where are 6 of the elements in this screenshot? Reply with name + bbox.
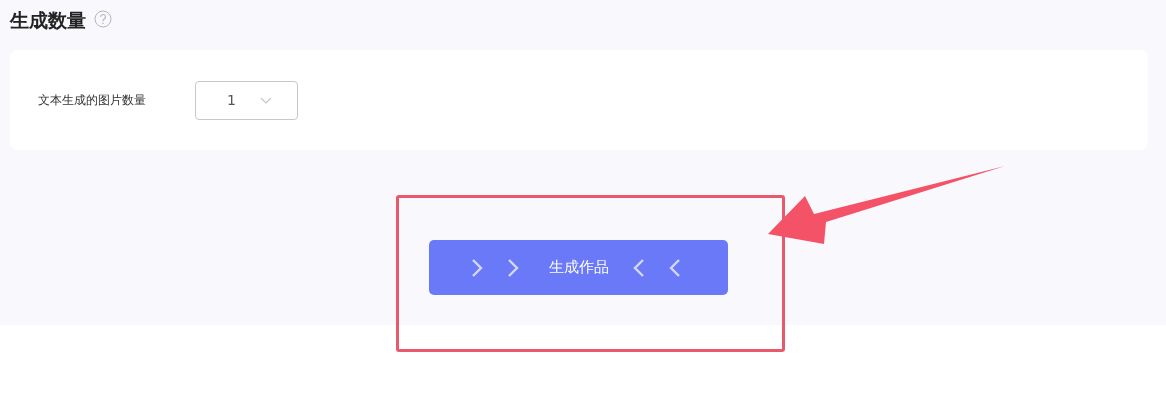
generate-button[interactable]: 生成作品 <box>429 240 728 295</box>
chevron-down-icon <box>259 96 272 104</box>
field-label: 文本生成的图片数量 <box>38 91 147 109</box>
count-select[interactable]: 1 <box>195 80 298 120</box>
help-icon[interactable] <box>94 10 112 28</box>
section-title: 生成数量 <box>10 8 86 33</box>
